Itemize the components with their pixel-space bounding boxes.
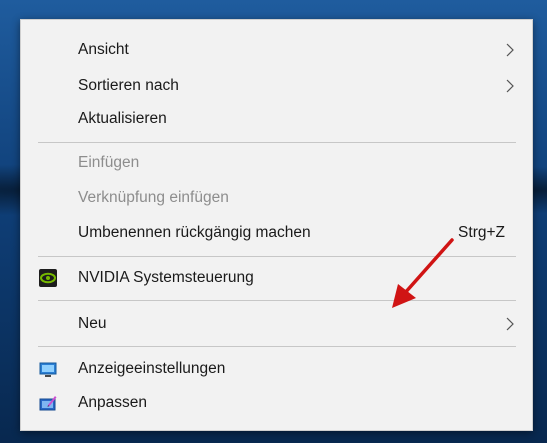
menu-item-label: Umbenennen rückgängig machen	[78, 224, 311, 241]
desktop-context-menu: Ansicht Sortieren nach Aktualisieren Ein…	[20, 19, 533, 431]
menu-item-label: Anzeigeeinstellungen	[78, 360, 226, 377]
menu-item-label: Anpassen	[78, 394, 147, 411]
annotation-arrow-icon	[392, 238, 454, 308]
menu-item-anzeigeeinstellungen[interactable]: Anzeigeeinstellungen	[21, 352, 532, 386]
menu-separator	[38, 142, 516, 143]
chevron-right-icon	[506, 79, 514, 93]
chevron-right-icon	[506, 43, 514, 57]
menu-item-aktualisieren[interactable]: Aktualisieren	[21, 102, 532, 136]
menu-item-einfuegen: Einfügen	[21, 146, 532, 180]
menu-item-label: Einfügen	[78, 154, 140, 171]
display-settings-icon	[39, 362, 57, 377]
menu-item-label: Verknüpfung einfügen	[78, 189, 229, 206]
menu-item-verknuepfung-einfuegen: Verknüpfung einfügen	[21, 181, 532, 215]
menu-item-sortieren-nach[interactable]: Sortieren nach	[21, 69, 532, 103]
menu-item-label: NVIDIA Systemsteuerung	[78, 269, 254, 286]
menu-item-label: Aktualisieren	[78, 110, 167, 127]
menu-item-label: Neu	[78, 315, 107, 332]
chevron-right-icon	[506, 317, 514, 331]
nvidia-icon	[39, 269, 57, 287]
menu-separator	[38, 346, 516, 347]
personalize-icon	[39, 396, 57, 411]
menu-item-ansicht[interactable]: Ansicht	[21, 33, 532, 67]
menu-item-anpassen[interactable]: Anpassen	[21, 386, 532, 420]
shortcut-label: Strg+Z	[458, 224, 505, 241]
menu-item-label: Sortieren nach	[78, 77, 179, 94]
menu-item-label: Ansicht	[78, 41, 129, 58]
